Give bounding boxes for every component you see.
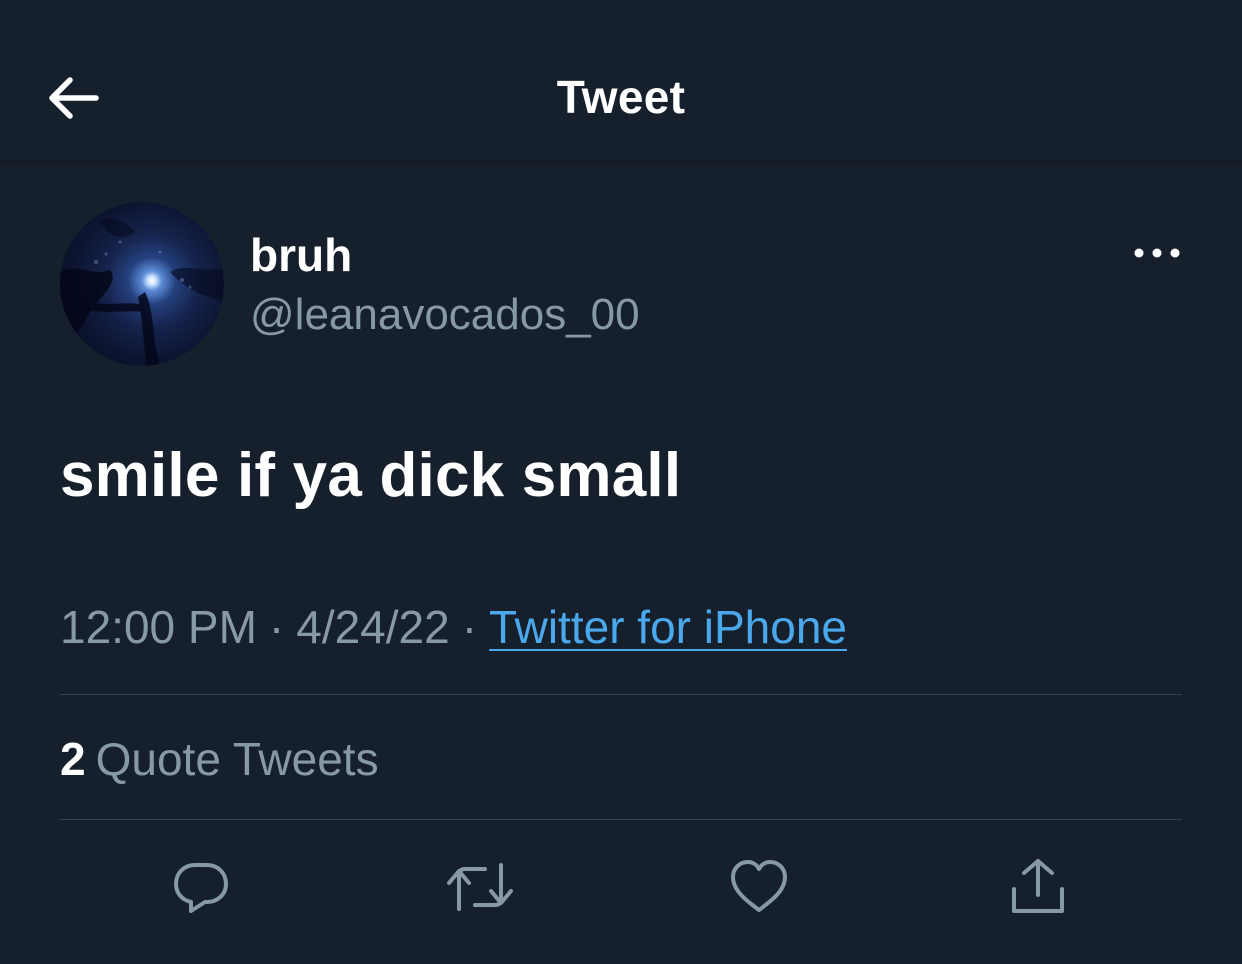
avatar-photo: [60, 218, 224, 366]
meta-separator: ·: [268, 601, 285, 653]
tweet-text: smile if ya dick small: [60, 441, 682, 510]
display-name[interactable]: bruh: [250, 228, 352, 282]
divider: [60, 694, 1182, 695]
divider: [60, 819, 1182, 820]
page-title: Tweet: [556, 71, 686, 123]
heart-icon: [731, 860, 787, 912]
reply-icon: [174, 863, 228, 913]
more-options-button[interactable]: [1128, 236, 1186, 270]
retweet-icon: [447, 863, 513, 911]
retweet-button[interactable]: [445, 852, 515, 922]
header-divider: [0, 160, 1242, 168]
quote-tweets-stat[interactable]: 2 Quote Tweets: [60, 732, 379, 786]
like-button[interactable]: [724, 852, 794, 922]
share-button[interactable]: [1003, 852, 1073, 922]
tweet-date: 4/24/22: [296, 601, 450, 653]
meta-separator: ·: [461, 601, 478, 653]
reply-button[interactable]: [166, 852, 236, 922]
share-icon: [1012, 859, 1064, 913]
username[interactable]: @leanavocados_00: [250, 290, 640, 340]
avatar[interactable]: [60, 202, 224, 366]
tweet-time: 12:00 PM: [60, 601, 257, 653]
quote-tweets-count: 2: [60, 733, 86, 785]
tweet-source-link[interactable]: Twitter for iPhone: [489, 601, 847, 653]
tweet-metadata: 12:00 PM · 4/24/22 · Twitter for iPhone: [60, 600, 847, 654]
top-bar: Tweet: [0, 0, 1242, 160]
quote-tweets-label: Quote Tweets: [95, 733, 379, 785]
more-dots-icon: [1134, 248, 1180, 258]
